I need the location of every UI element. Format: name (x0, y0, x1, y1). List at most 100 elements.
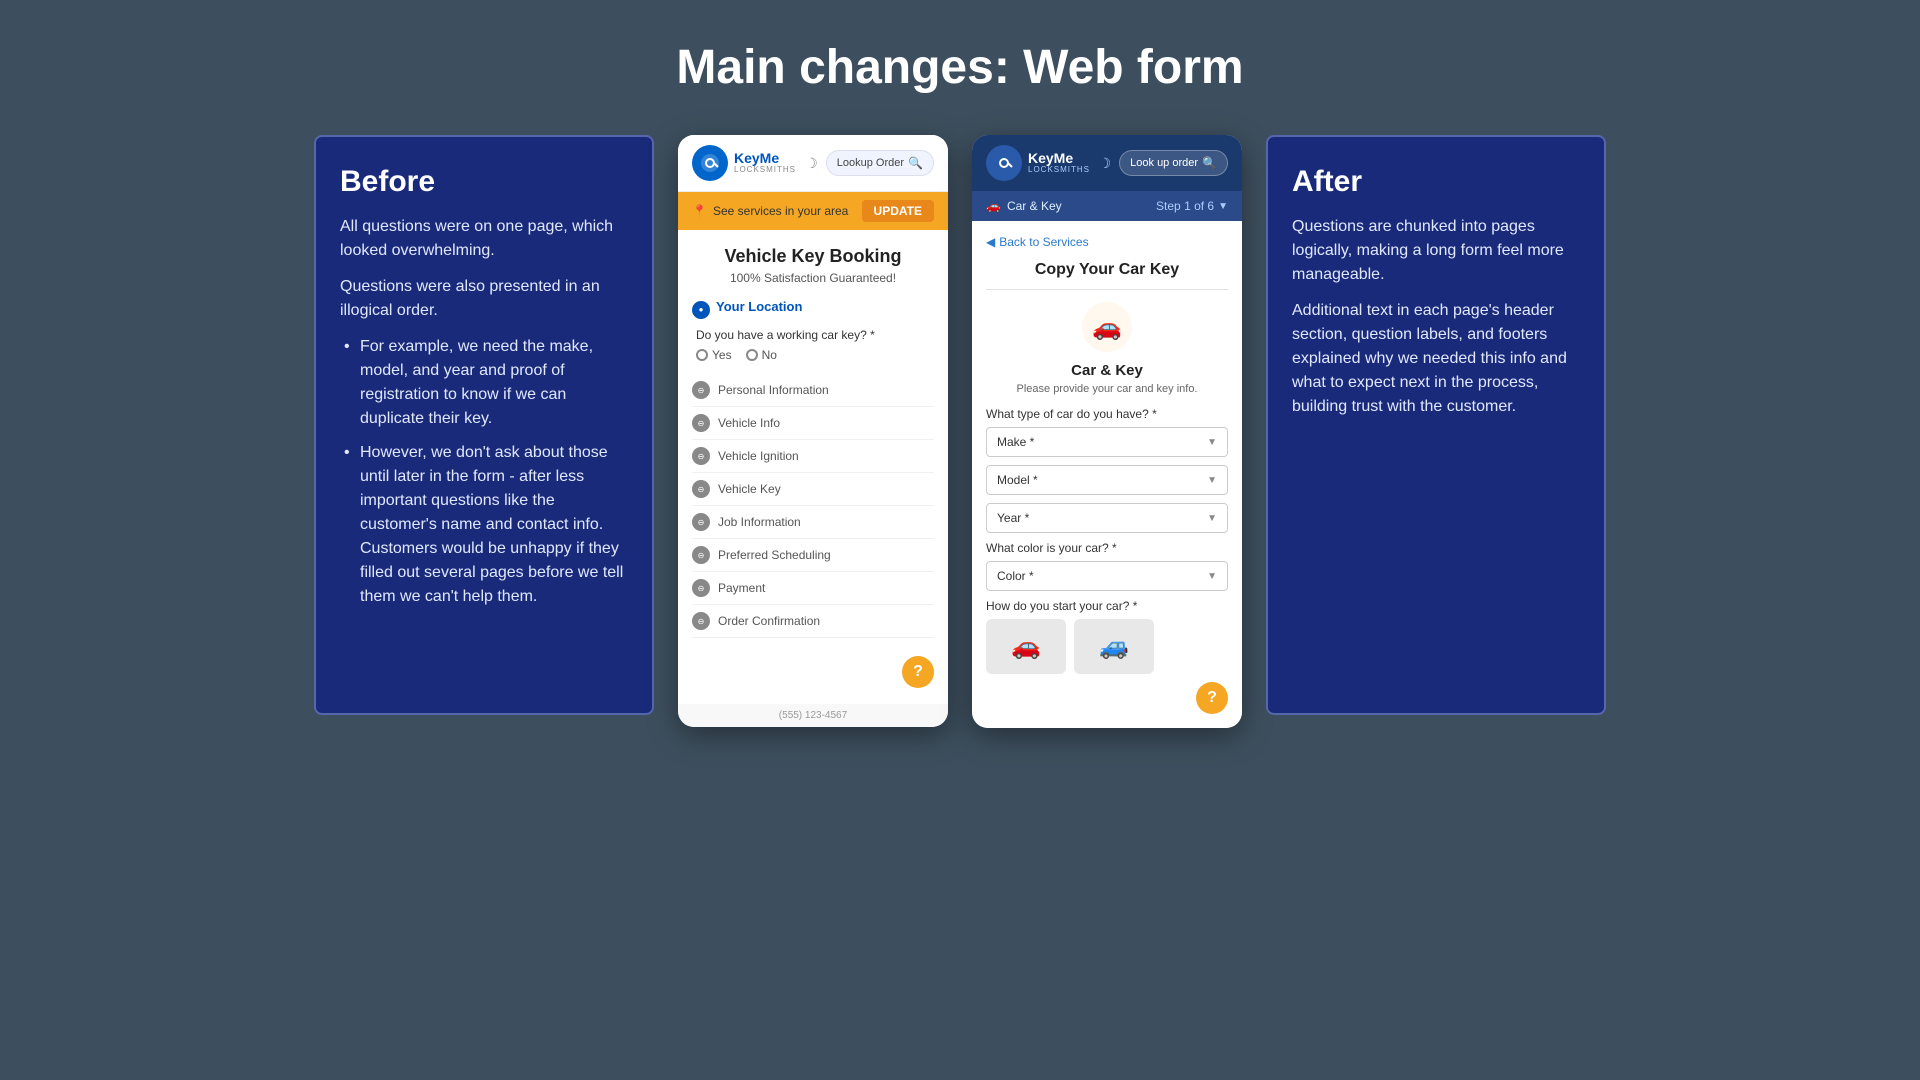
before-bullet-list: For example, we need the make, model, an… (340, 335, 628, 609)
step-vehicle-info: ⊖ Vehicle Info (692, 407, 934, 440)
step-label-job: Job Information (718, 515, 801, 529)
step-dot-scheduling: ⊖ (692, 546, 710, 564)
keyme-logo-text: KeyMe LOCKSMITHS (734, 151, 796, 175)
location-label: Your Location (716, 299, 802, 314)
after-panel-title: After (1292, 165, 1580, 199)
step-vehicle-key: ⊖ Vehicle Key (692, 473, 934, 506)
step-dot-confirmation: ⊖ (692, 612, 710, 630)
before-panel-title: Before (340, 165, 628, 199)
banner-content: 📍 See services in your area (692, 204, 848, 218)
radio-yes[interactable]: Yes (696, 348, 732, 362)
logo-sub-text: LOCKSMITHS (734, 166, 796, 175)
before-phone-header: KeyMe LOCKSMITHS ☽ Lookup Order 🔍 (678, 135, 948, 192)
step-personal-info: ⊖ Personal Information (692, 374, 934, 407)
car-type-question: What type of car do you have? * (986, 407, 1228, 421)
after-panel: After Questions are chunked into pages l… (1266, 135, 1606, 715)
step-indicator-bar: 🚗 Car & Key Step 1 of 6 ▼ (972, 191, 1242, 221)
before-phone-footer: (555) 123-4567 (678, 704, 948, 727)
step-label-personal: Personal Information (718, 383, 829, 397)
step-dot-ignition: ⊖ (692, 447, 710, 465)
back-to-services-link[interactable]: ◀ Back to Services (986, 235, 1228, 249)
location-step-dot: ● (692, 301, 710, 319)
keyme-logo-text-after: KeyMe LOCKSMITHS (1028, 151, 1090, 175)
model-select[interactable]: Model * ▼ (986, 465, 1228, 495)
before-text-2: Questions were also presented in an illo… (340, 275, 628, 323)
car-key-text: Car & Key (1007, 199, 1062, 213)
car-start-option-2[interactable]: 🚙 (1074, 619, 1154, 674)
color-placeholder: Color * (997, 569, 1034, 583)
lookup-order-btn-after[interactable]: Look up order 🔍 (1119, 150, 1228, 176)
year-select[interactable]: Year * ▼ (986, 503, 1228, 533)
moon-icon-after: ☽ (1099, 155, 1112, 172)
after-phone-body: ◀ Back to Services Copy Your Car Key 🚗 C… (972, 221, 1242, 728)
year-placeholder: Year * (997, 511, 1029, 525)
step-label-ignition: Vehicle Ignition (718, 449, 799, 463)
step-payment: ⊖ Payment (692, 572, 934, 605)
after-phone-mockup: KeyMe LOCKSMITHS ☽ Look up order 🔍 🚗 Car… (972, 135, 1242, 728)
banner-text: See services in your area (713, 204, 848, 218)
color-chevron-icon: ▼ (1207, 571, 1217, 582)
help-fab-before[interactable]: ? (902, 656, 934, 688)
car-key-step-label: 🚗 Car & Key (986, 199, 1062, 213)
make-placeholder: Make * (997, 435, 1034, 449)
car-color-question: What color is your car? * (986, 541, 1228, 555)
make-select[interactable]: Make * ▼ (986, 427, 1228, 457)
radio-no-label: No (762, 348, 777, 362)
service-title: Copy Your Car Key (986, 261, 1228, 279)
car-start-option-1[interactable]: 🚗 (986, 619, 1066, 674)
radio-yes-label: Yes (712, 348, 732, 362)
keyme-logo-icon-after (986, 145, 1022, 181)
step-count: Step 1 of 6 ▼ (1156, 199, 1228, 213)
step-preferred-scheduling: ⊖ Preferred Scheduling (692, 539, 934, 572)
divider-1 (986, 289, 1228, 290)
location-row: ● Your Location (692, 299, 934, 320)
step-label-payment: Payment (718, 581, 765, 595)
page-title: Main changes: Web form (676, 40, 1243, 95)
update-button[interactable]: UPDATE (862, 200, 934, 222)
step-label-scheduling: Preferred Scheduling (718, 548, 831, 562)
search-icon-after: 🔍 (1202, 156, 1217, 170)
help-fab-container-after: ? (986, 678, 1228, 714)
help-fab-after[interactable]: ? (1196, 682, 1228, 714)
booking-title: Vehicle Key Booking (692, 246, 934, 267)
location-question-area: Do you have a working car key? * Yes No (692, 328, 934, 362)
color-select[interactable]: Color * ▼ (986, 561, 1228, 591)
keyme-logo-after: KeyMe LOCKSMITHS (986, 145, 1090, 181)
bullet-item-2: However, we don't ask about those until … (340, 441, 628, 609)
step-dot-personal: ⊖ (692, 381, 710, 399)
step-dot-key: ⊖ (692, 480, 710, 498)
make-chevron-icon: ▼ (1207, 437, 1217, 448)
step-indicator-text: Step 1 of 6 (1156, 199, 1214, 213)
lookup-label-after: Look up order (1130, 157, 1198, 169)
after-text-2: Additional text in each page's header se… (1292, 299, 1580, 419)
car-key-section-heading: Car & Key (986, 362, 1228, 379)
main-content: Before All questions were on one page, w… (60, 135, 1860, 728)
step-label-confirmation: Order Confirmation (718, 614, 820, 628)
keyme-logo-icon (692, 145, 728, 181)
car-icon-indicator: 🚗 (986, 199, 1001, 213)
step-vehicle-ignition: ⊖ Vehicle Ignition (692, 440, 934, 473)
model-placeholder: Model * (997, 473, 1038, 487)
lookup-order-btn[interactable]: Lookup Order 🔍 (826, 150, 934, 176)
after-text-1: Questions are chunked into pages logical… (1292, 215, 1580, 287)
step-job-info: ⊖ Job Information (692, 506, 934, 539)
car-key-question: Do you have a working car key? * (696, 328, 934, 342)
car-icon-section: 🚗 (986, 302, 1228, 352)
moon-icon: ☽ (805, 155, 818, 172)
bullet-item-1: For example, we need the make, model, an… (340, 335, 628, 431)
radio-no-circle (746, 349, 758, 361)
year-chevron-icon: ▼ (1207, 513, 1217, 524)
car-option-icon-1: 🚗 (1011, 632, 1041, 661)
search-icon: 🔍 (908, 156, 923, 170)
logo-key-text-after: KeyMe (1028, 151, 1090, 166)
lookup-order-label: Lookup Order (837, 157, 904, 169)
logo-key-text: KeyMe (734, 151, 796, 166)
car-key-section-desc: Please provide your car and key info. (986, 383, 1228, 395)
radio-no[interactable]: No (746, 348, 777, 362)
radio-yes-circle (696, 349, 708, 361)
step-label-key: Vehicle Key (718, 482, 781, 496)
location-dot-inner: ● (699, 305, 704, 314)
logo-sub-text-after: LOCKSMITHS (1028, 166, 1090, 175)
before-panel: Before All questions were on one page, w… (314, 135, 654, 715)
step-dot-payment: ⊖ (692, 579, 710, 597)
